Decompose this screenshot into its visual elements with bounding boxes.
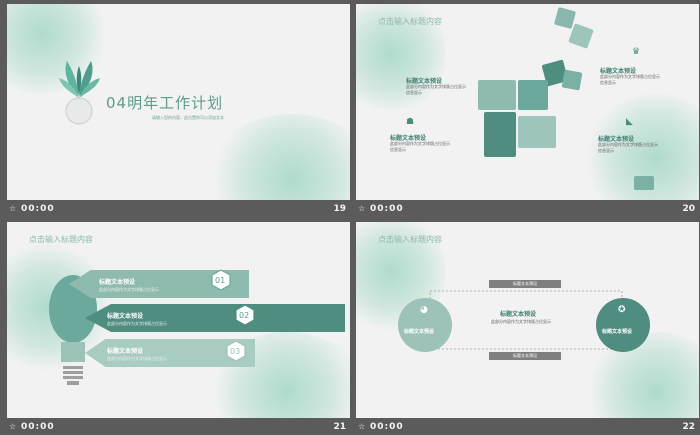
center-title: 标题文本预设 <box>500 311 537 318</box>
slide-canvas: 点击输入标题内容 标题文本预设 标题文本预设 ◕ 标题文本预设 ✪ 标题文本预设… <box>356 222 699 418</box>
transition-icon: ☆ <box>9 422 17 431</box>
slide-subtitle: 请输入您的内容，此位置你可以添加文本 <box>152 115 224 120</box>
puzzle-piece <box>478 80 516 110</box>
people-icon: ☗ <box>406 117 415 127</box>
slide-meta-bar: ☆ 00:00 20 <box>356 203 699 217</box>
item-desc-tail: 信息显示 <box>390 147 406 152</box>
slide-canvas: 点击输入标题内容 标题文本预设 此部分内容作为文字排版占位显示 标题文本预设 此… <box>7 222 350 418</box>
item-desc-tail: 信息显示 <box>598 148 614 153</box>
megaphone-icon: ◣ <box>626 117 633 127</box>
item-desc: 此部分内容作为文字排版占位显示 <box>107 321 167 326</box>
slide-number: 19 <box>333 204 346 214</box>
right-circle-label: 标题文本预设 <box>602 329 633 335</box>
puzzle-piece <box>634 176 654 190</box>
slide-title: 04明年工作计划 <box>106 94 224 112</box>
transition-icon: ☆ <box>358 422 366 431</box>
item-title: 标题文本预设 <box>107 348 144 355</box>
puzzle-piece <box>568 23 594 49</box>
slide-header: 点击输入标题内容 <box>378 17 442 26</box>
transition-icon: ☆ <box>9 204 17 213</box>
step-number: 01 <box>215 276 226 285</box>
puzzle-piece <box>518 116 556 148</box>
puzzle-piece <box>484 112 516 157</box>
step-number: 02 <box>239 311 250 320</box>
pie-chart-icon: ◕ <box>420 305 428 315</box>
left-circle-label: 标题文本预设 <box>404 329 435 335</box>
label-bar-bottom: 标题文本预设 <box>489 352 561 360</box>
slide-number: 20 <box>682 204 695 214</box>
trophy-icon: ♛ <box>632 47 641 57</box>
center-desc: 此部分内容作为文字排版占位显示 <box>491 319 551 324</box>
slide-timing: 00:00 <box>370 204 404 214</box>
slide-canvas: 点击输入标题内容 ♛ 标题文本预设 此部分内容作为文字排版占位显示 信息显示 标… <box>356 4 699 200</box>
slide-header: 点击输入标题内容 <box>378 235 442 244</box>
slide-header: 点击输入标题内容 <box>29 235 93 244</box>
item-desc-tail: 信息显示 <box>600 80 616 85</box>
item-desc: 此部分内容作为文字排版占位显示 <box>99 287 159 292</box>
item-desc: 此部分内容作为文字排版占位显示 <box>107 356 167 361</box>
watercolor-wash <box>207 114 350 200</box>
slide-meta-bar: ☆ 00:00 22 <box>356 421 699 435</box>
item-title: 标题文本预设 <box>99 279 136 286</box>
item-desc-tail: 信息显示 <box>406 90 422 95</box>
succulent-vase-icon <box>59 61 100 125</box>
slide-meta-bar: ☆ 00:00 19 <box>7 203 350 217</box>
slide-timing: 00:00 <box>21 204 55 214</box>
slide-canvas: 04明年工作计划 请输入您的内容，此位置你可以添加文本 <box>7 4 350 200</box>
puzzle-piece <box>518 80 548 110</box>
puzzle-piece <box>553 6 577 30</box>
item-title: 标题文本预设 <box>107 313 144 320</box>
step-number: 03 <box>230 347 241 356</box>
transition-icon: ☆ <box>358 204 366 213</box>
slide-meta-bar: ☆ 00:00 21 <box>7 421 350 435</box>
puzzle-piece <box>561 69 583 91</box>
compass-icon: ✪ <box>618 305 626 315</box>
